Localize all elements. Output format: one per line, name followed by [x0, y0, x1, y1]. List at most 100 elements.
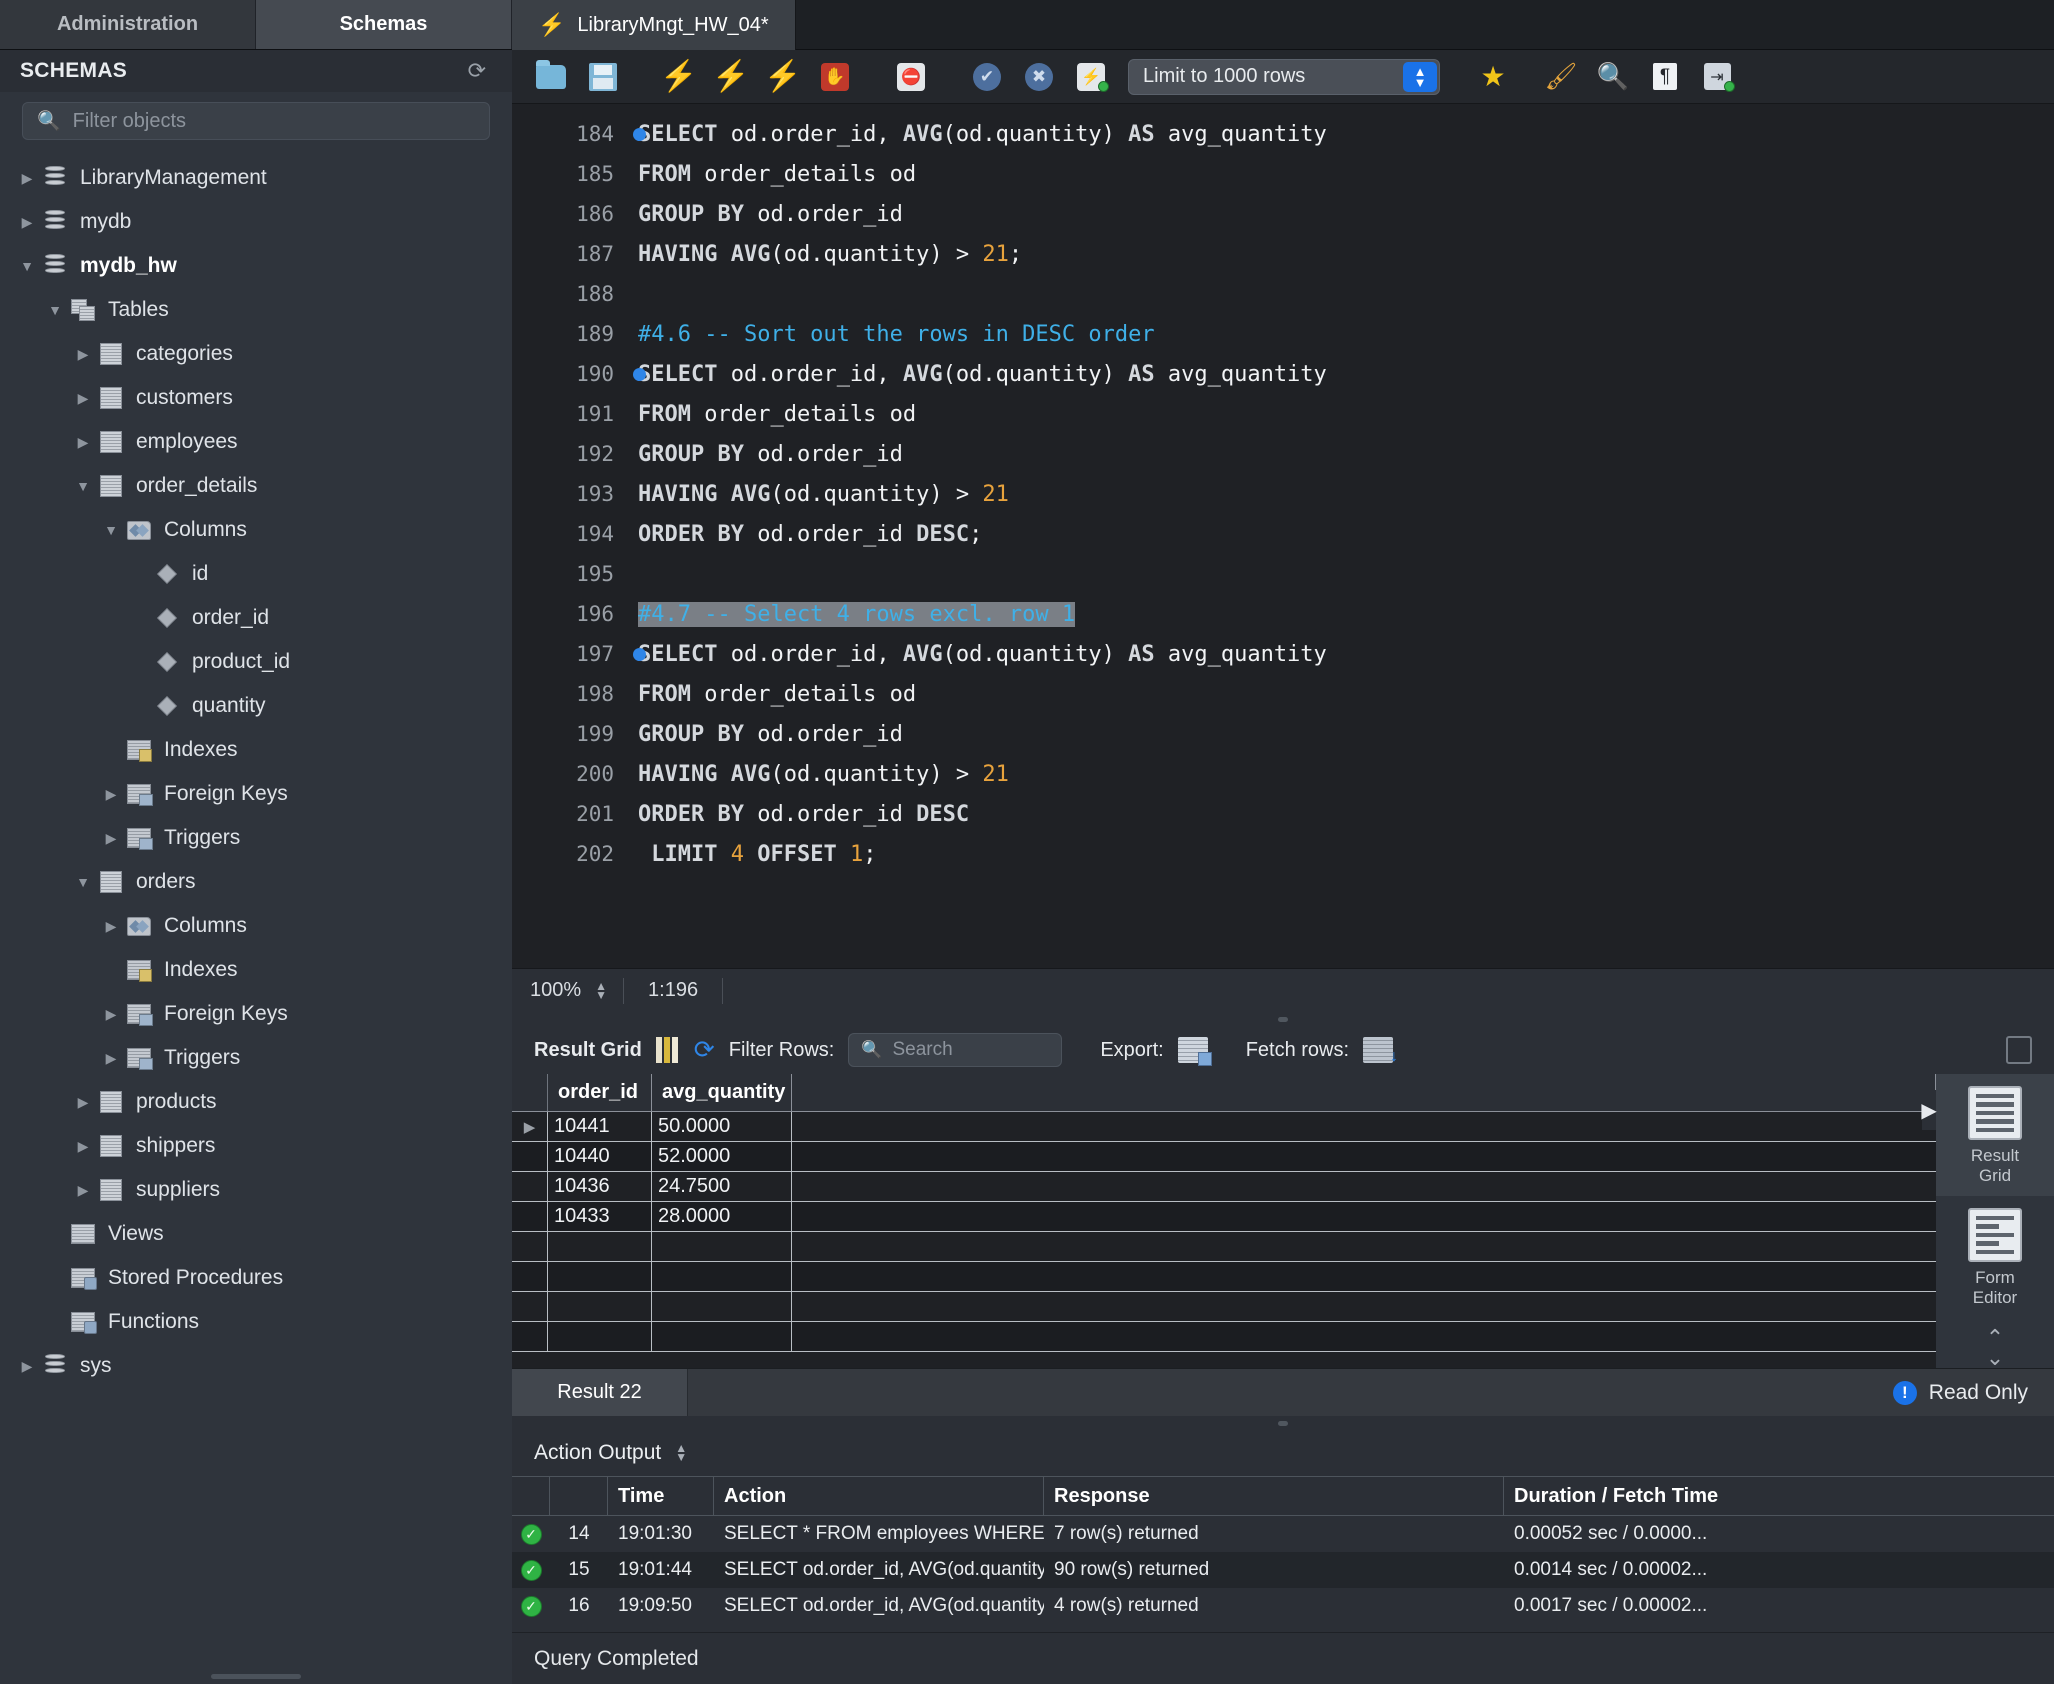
cell-order_id[interactable]: 10440	[548, 1142, 652, 1171]
chevron-down-icon[interactable]: ▼	[70, 478, 96, 494]
tree-item-foreign-keys[interactable]: ▶Foreign Keys	[0, 772, 512, 816]
chevron-down-icon[interactable]: ▼	[14, 258, 40, 274]
cell-order_id[interactable]: 10436	[548, 1172, 652, 1201]
tree-item-functions[interactable]: Functions	[0, 1300, 512, 1344]
tree-item-columns[interactable]: ▼Columns	[0, 508, 512, 552]
execute-statement-icon[interactable]: ⚡	[656, 57, 702, 97]
chevron-right-icon[interactable]: ▶	[70, 1094, 96, 1111]
code-line[interactable]: SELECT od.order_id, AVG(od.quantity) AS …	[624, 634, 2054, 674]
cell-empty[interactable]	[548, 1262, 652, 1291]
chevron-down-icon[interactable]: ▼	[42, 302, 68, 318]
rollback-icon[interactable]: ✖	[1016, 57, 1062, 97]
cell-avg_quantity[interactable]: 52.0000	[652, 1142, 792, 1171]
chevron-right-icon[interactable]: ▶	[98, 918, 124, 935]
chevron-right-icon[interactable]: ▶	[70, 1182, 96, 1199]
toggle-invisible-chars-icon[interactable]: ¶	[1642, 57, 1688, 97]
expand-side-panel-icon[interactable]: ▶	[1922, 1090, 1936, 1130]
tab-sql-editor[interactable]: ⚡ LibraryMngt_HW_04*	[512, 0, 796, 50]
tree-item-indexes[interactable]: Indexes	[0, 728, 512, 772]
code-line[interactable]: FROM order_details od	[624, 674, 2054, 714]
chevron-right-icon[interactable]: ▶	[98, 786, 124, 803]
cell-empty[interactable]	[548, 1322, 652, 1351]
tree-item-tables[interactable]: ▼Tables	[0, 288, 512, 332]
chevron-down-icon[interactable]: ▼	[70, 874, 96, 890]
code-line[interactable]: SELECT od.order_id, AVG(od.quantity) AS …	[624, 354, 2054, 394]
tree-item-order-details[interactable]: ▼order_details	[0, 464, 512, 508]
cell-order_id[interactable]: 10441	[548, 1112, 652, 1141]
cell-avg_quantity[interactable]: 24.7500	[652, 1172, 792, 1201]
code-line[interactable]	[624, 554, 2054, 594]
results-splitter[interactable]	[512, 1012, 2054, 1026]
chevron-right-icon[interactable]: ▶	[98, 830, 124, 847]
export-recordset-icon[interactable]	[1178, 1037, 1208, 1063]
column-header-avg_quantity[interactable]: avg_quantity	[652, 1074, 792, 1111]
row-selector[interactable]: ▶	[512, 1112, 548, 1141]
grid-columns-icon[interactable]	[656, 1037, 680, 1063]
filter-rows-search[interactable]: 🔍	[848, 1033, 1062, 1067]
tree-item-mydb[interactable]: ▶mydb	[0, 200, 512, 244]
chevron-right-icon[interactable]: ▶	[14, 1358, 40, 1375]
tree-item-id[interactable]: id	[0, 552, 512, 596]
cell-empty[interactable]	[652, 1232, 792, 1261]
filter-objects-input[interactable]	[73, 110, 475, 133]
tree-item-suppliers[interactable]: ▶suppliers	[0, 1168, 512, 1212]
beautify-query-icon[interactable]: 🖌	[1538, 57, 1584, 97]
code-line[interactable]: GROUP BY od.order_id	[624, 434, 2054, 474]
tree-item-columns[interactable]: ▶Columns	[0, 904, 512, 948]
code-line[interactable]: FROM order_details od	[624, 394, 2054, 434]
editor-zoom-level[interactable]: 100%	[512, 979, 595, 1002]
row-selector[interactable]	[512, 1202, 548, 1231]
code-line[interactable]: #4.7 -- Select 4 rows excl. row 1	[624, 594, 2054, 634]
tree-item-librarymanagement[interactable]: ▶LibraryManagement	[0, 156, 512, 200]
fetch-rows-icon[interactable]	[1363, 1037, 1393, 1063]
row-selector[interactable]	[512, 1322, 548, 1351]
tree-item-quantity[interactable]: quantity	[0, 684, 512, 728]
tab-administration[interactable]: Administration	[0, 0, 256, 49]
cell-order_id[interactable]: 10433	[548, 1202, 652, 1231]
toggle-panel-icon[interactable]	[2006, 1036, 2032, 1064]
code-line[interactable]: FROM order_details od	[624, 154, 2054, 194]
cell-empty[interactable]	[548, 1292, 652, 1321]
cell-empty[interactable]	[548, 1232, 652, 1261]
save-sql-script-icon[interactable]	[580, 57, 626, 97]
limit-rows-select[interactable]: Limit to 1000 rows ▲▼	[1128, 59, 1440, 95]
new-snippet-icon[interactable]: ★	[1470, 57, 1516, 97]
code-line[interactable]: GROUP BY od.order_id	[624, 714, 2054, 754]
chevron-right-icon[interactable]: ▶	[70, 1138, 96, 1155]
chevron-right-icon[interactable]: ▶	[98, 1050, 124, 1067]
tree-item-mydb-hw[interactable]: ▼mydb_hw	[0, 244, 512, 288]
tree-item-order-id[interactable]: order_id	[0, 596, 512, 640]
result-tab[interactable]: Result 22	[512, 1369, 688, 1416]
explain-statement-icon[interactable]: ⚡	[760, 57, 806, 97]
commit-icon[interactable]: ✔	[964, 57, 1010, 97]
statement-marker-icon[interactable]	[633, 128, 646, 141]
row-selector[interactable]	[512, 1172, 548, 1201]
action-output-splitter[interactable]	[512, 1416, 2054, 1430]
result-row[interactable]: 1043624.7500	[512, 1172, 1936, 1202]
cell-avg_quantity[interactable]: 28.0000	[652, 1202, 792, 1231]
code-line[interactable]: HAVING AVG(od.quantity) > 21;	[624, 234, 2054, 274]
row-selector[interactable]	[512, 1262, 548, 1291]
open-sql-script-icon[interactable]	[528, 57, 574, 97]
zoom-stepper-icon[interactable]: ▲▼	[595, 982, 623, 1000]
column-header-order_id[interactable]: order_id	[548, 1074, 652, 1111]
cell-empty[interactable]	[652, 1292, 792, 1321]
editor-code[interactable]: SELECT od.order_id, AVG(od.quantity) AS …	[624, 104, 2054, 968]
chevron-right-icon[interactable]: ▶	[14, 214, 40, 231]
filter-objects-box[interactable]: 🔍	[22, 102, 490, 140]
tree-item-triggers[interactable]: ▶Triggers	[0, 1036, 512, 1080]
toggle-autocommit-icon[interactable]: ⚡	[1068, 57, 1114, 97]
tab-schemas[interactable]: Schemas	[256, 0, 512, 49]
chevron-right-icon[interactable]: ▶	[14, 170, 40, 187]
tree-item-customers[interactable]: ▶customers	[0, 376, 512, 420]
tree-item-stored-procedures[interactable]: Stored Procedures	[0, 1256, 512, 1300]
result-grid[interactable]: order_idavg_quantity ▶1044150.0000104405…	[512, 1074, 1936, 1368]
form-editor-view-button[interactable]: FormEditor	[1936, 1196, 2054, 1318]
result-row-empty[interactable]	[512, 1262, 1936, 1292]
cell-empty[interactable]	[652, 1322, 792, 1351]
action-output-row[interactable]: ✓1619:09:50SELECT od.order_id, AVG(od.qu…	[512, 1588, 2054, 1624]
tree-item-shippers[interactable]: ▶shippers	[0, 1124, 512, 1168]
chevron-right-icon[interactable]: ▶	[70, 434, 96, 451]
statement-marker-icon[interactable]	[633, 368, 646, 381]
tree-item-sys[interactable]: ▶sys	[0, 1344, 512, 1388]
